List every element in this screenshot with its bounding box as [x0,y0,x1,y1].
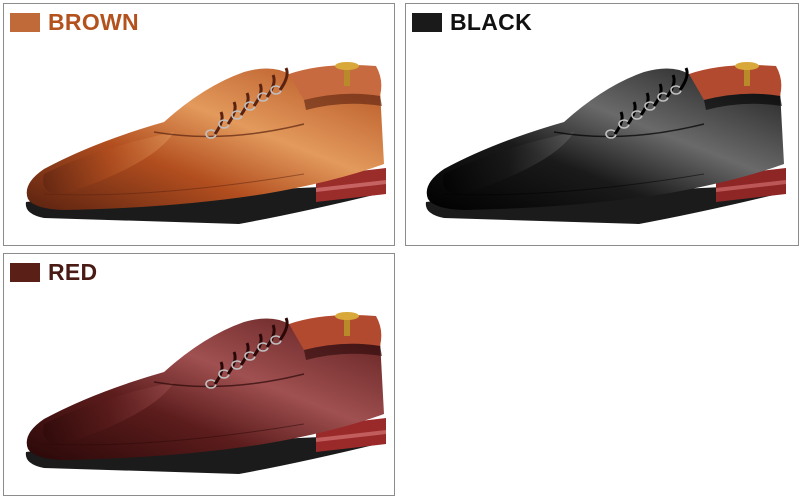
variant-card-red[interactable]: RED [3,253,395,496]
red-oxford-shoe-icon [25,312,387,474]
brown-oxford-shoe-icon [25,62,387,224]
variant-card-brown[interactable]: BROWN [3,3,395,246]
black-oxford-shoe-icon [425,62,786,224]
variant-card-black[interactable]: BLACK [405,3,799,246]
